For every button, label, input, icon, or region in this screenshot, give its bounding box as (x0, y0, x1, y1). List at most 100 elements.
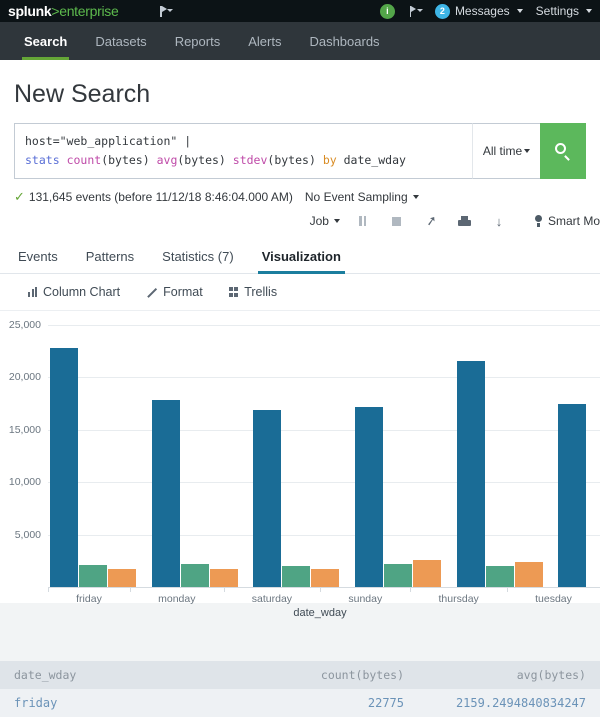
x-axis-tick-label: sunday (320, 588, 410, 605)
flag-icon-secondary[interactable] (408, 5, 422, 18)
page-title: New Search (0, 60, 600, 123)
cell-count-bytes: 22775 (224, 696, 404, 710)
result-tabs: Events Patterns Statistics (7) Visualiza… (0, 239, 600, 274)
y-axis-tick-label: 5,000 (15, 529, 41, 541)
pause-button[interactable] (346, 211, 380, 231)
chart-bar[interactable] (311, 569, 339, 587)
messages-menu[interactable]: 2 Messages (435, 4, 523, 19)
x-axis-tick-label: monday (130, 588, 224, 605)
search-mode-label: Smart Mo (548, 214, 600, 228)
stop-icon (392, 217, 401, 226)
y-axis-tick-label: 15,000 (9, 424, 41, 436)
x-axis-tick-label: thursday (410, 588, 507, 605)
tab-events[interactable]: Events (4, 239, 72, 273)
chart-bar[interactable] (558, 404, 586, 587)
search-mode-selector[interactable]: Smart Mo (534, 214, 600, 228)
query-fn-avg-arg: (bytes) (177, 153, 225, 167)
chevron-down-icon (413, 195, 419, 199)
stop-button[interactable] (380, 211, 414, 231)
chart-toolbar: Column Chart Format Trellis (0, 274, 600, 311)
chart-bar[interactable] (50, 348, 78, 587)
x-axis-tick-labels: fridaymondaysaturdaysundaythursdaytuesda… (48, 588, 600, 605)
column-chart: 25,00020,00015,00010,0005,000 fridaymond… (0, 311, 600, 603)
chevron-down-icon (524, 149, 530, 153)
y-axis-tick-label: 10,000 (9, 476, 41, 488)
column-header-avg-bytes[interactable]: avg(bytes) (404, 668, 586, 682)
tab-patterns[interactable]: Patterns (72, 239, 148, 273)
settings-menu[interactable]: Settings (536, 4, 592, 18)
pencil-icon (146, 287, 157, 298)
top-brand-bar: splunk>enterprise i 2 Messages Settings (0, 0, 600, 22)
pause-icon (359, 216, 366, 226)
tab-statistics[interactable]: Statistics (7) (148, 239, 248, 273)
chart-bar[interactable] (210, 569, 238, 587)
chart-bar[interactable] (355, 407, 383, 587)
search-input[interactable]: host="web_application" | stats count(byt… (14, 123, 472, 179)
time-range-label: All time (483, 144, 522, 158)
query-field: host= (25, 134, 60, 148)
chart-bar[interactable] (253, 410, 281, 587)
chart-bar[interactable] (282, 566, 310, 587)
info-badge-icon[interactable]: i (380, 4, 395, 19)
chart-bar[interactable] (515, 562, 543, 587)
query-command: stats (25, 153, 60, 167)
chevron-down-icon (517, 9, 523, 13)
chart-type-label: Column Chart (43, 285, 120, 299)
results-info-bar: ✓ 131,645 events (before 11/12/18 8:46:0… (0, 179, 600, 209)
column-header-date-wday[interactable]: date_wday (14, 668, 224, 682)
chart-bar[interactable] (152, 400, 180, 587)
print-button[interactable] (448, 211, 482, 231)
chart-bar[interactable] (413, 560, 441, 587)
share-button[interactable]: ➚ (414, 211, 448, 231)
flag-icon[interactable] (158, 5, 172, 18)
splunk-logo[interactable]: splunk>enterprise (8, 3, 118, 19)
tab-visualization[interactable]: Visualization (248, 239, 355, 273)
chart-bar[interactable] (181, 564, 209, 587)
search-bar-row: host="web_application" | stats count(byt… (0, 123, 600, 179)
nav-item-alerts[interactable]: Alerts (234, 22, 295, 60)
chart-bar-group (556, 325, 600, 587)
query-fn-stdev: stdev (233, 153, 268, 167)
search-query-line-2: stats count(bytes) avg(bytes) stdev(byte… (25, 151, 462, 170)
x-axis-title: date_wday (20, 607, 600, 619)
chart-bar[interactable] (486, 566, 514, 587)
table-row[interactable]: friday 22775 2159.2494840834247 (0, 689, 600, 717)
time-range-picker[interactable]: All time (472, 123, 540, 179)
trellis-button[interactable]: Trellis (229, 285, 277, 299)
query-pipe: | (177, 134, 191, 148)
nav-item-datasets[interactable]: Datasets (81, 22, 160, 60)
success-check-icon: ✓ (14, 189, 25, 205)
event-sampling-dropdown[interactable]: No Event Sampling (305, 190, 419, 204)
search-query-line-1: host="web_application" | (25, 132, 462, 151)
chart-bar[interactable] (79, 565, 107, 587)
settings-label: Settings (536, 4, 579, 18)
chart-bar-group (150, 325, 252, 587)
column-header-count-bytes[interactable]: count(bytes) (224, 668, 404, 682)
messages-label: Messages (455, 4, 510, 18)
search-submit-button[interactable] (540, 123, 586, 179)
y-axis-tick-label: 20,000 (9, 371, 41, 383)
logo-splunk-text: splunk (8, 3, 51, 19)
x-axis-tick-label: friday (48, 588, 130, 605)
app-nav-bar: Search Datasets Reports Alerts Dashboard… (0, 22, 600, 60)
chart-bar[interactable] (457, 361, 485, 587)
nav-item-search[interactable]: Search (10, 22, 81, 60)
chart-bar[interactable] (384, 564, 412, 587)
nav-item-dashboards[interactable]: Dashboards (295, 22, 393, 60)
chart-bar[interactable] (108, 569, 136, 587)
share-icon: ➚ (424, 212, 438, 230)
job-menu-button[interactable]: Job (310, 214, 340, 228)
query-fn-avg: avg (157, 153, 178, 167)
export-button[interactable]: ↓ (482, 211, 516, 231)
cell-avg-bytes: 2159.2494840834247 (404, 696, 586, 710)
chart-bar-groups (48, 325, 600, 587)
query-fn-count-arg: (bytes) (101, 153, 149, 167)
x-axis-tick-label: tuesday (507, 588, 600, 605)
query-group-field: date_wday (344, 153, 406, 167)
chart-type-button[interactable]: Column Chart (28, 285, 120, 299)
chart-bar-group (455, 325, 557, 587)
format-button[interactable]: Format (146, 285, 203, 299)
lightbulb-icon (534, 215, 543, 228)
nav-item-reports[interactable]: Reports (161, 22, 235, 60)
chart-bar-group (251, 325, 353, 587)
